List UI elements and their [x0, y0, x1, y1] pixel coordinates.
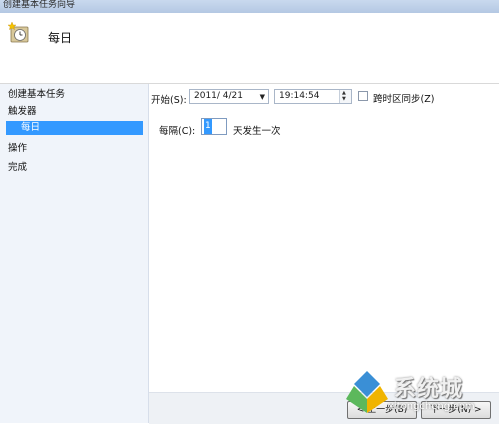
sync-timezone-label: 跨时区同步(Z) [373, 94, 435, 105]
wizard-header: 每日 [0, 13, 499, 84]
recur-days-input[interactable]: 1 [201, 118, 227, 135]
recur-days-value: 1 [204, 119, 212, 134]
start-time-field[interactable]: 19:14:54 ▲ ▼ [274, 89, 352, 104]
sidebar-item-trigger[interactable]: 触发器 [8, 103, 37, 117]
sidebar-item-daily[interactable]: 每日 [6, 121, 143, 135]
sidebar-item-finish[interactable]: 完成 [8, 159, 27, 173]
time-spinner[interactable]: ▲ ▼ [339, 90, 351, 103]
watermark-logo-icon [346, 371, 388, 413]
site-watermark: 系统城 xitongcheng.com [342, 367, 499, 423]
start-date-picker[interactable]: 2011/ 4/21 ▼ [189, 89, 269, 104]
chevron-down-icon[interactable]: ▼ [260, 91, 265, 104]
watermark-url: xitongcheng.com [388, 401, 475, 412]
sidebar-item-action[interactable]: 操作 [8, 140, 27, 154]
wizard-steps-sidebar: 创建基本任务 触发器 每日 操作 完成 [0, 84, 149, 423]
recur-suffix: 天发生一次 [233, 126, 281, 137]
sync-timezone-checkbox[interactable] [358, 91, 368, 101]
start-time-value: 19:14:54 [279, 91, 320, 101]
start-label: 开始(S): [151, 95, 187, 106]
clock-calendar-icon [8, 22, 29, 43]
window-title: 创建基本任务向导 [0, 0, 499, 13]
page-title: 每日 [48, 31, 73, 45]
recur-label: 每隔(C): [159, 126, 196, 137]
start-date-value: 2011/ 4/21 [194, 91, 244, 101]
sidebar-item-create-basic-task[interactable]: 创建基本任务 [8, 86, 65, 100]
spin-down-icon[interactable]: ▼ [342, 96, 346, 102]
watermark-text: 系统城 [394, 377, 464, 402]
